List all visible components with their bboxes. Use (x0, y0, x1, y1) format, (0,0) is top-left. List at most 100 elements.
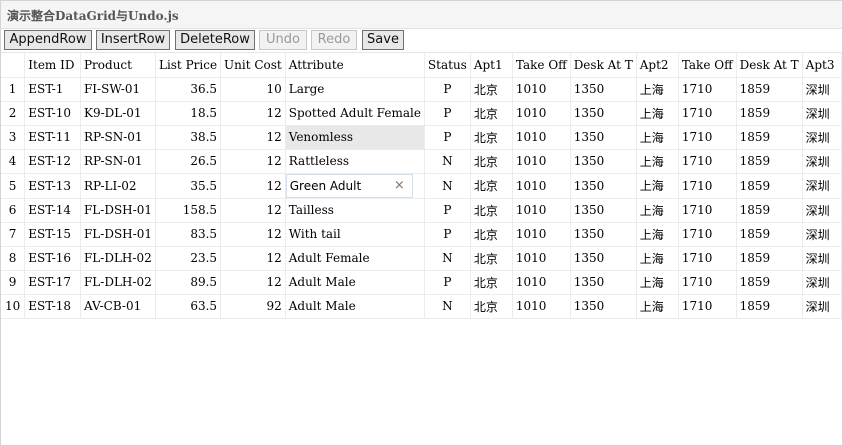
cell-item-id[interactable]: EST-16 (24, 246, 81, 271)
cell-take-off-1[interactable]: 1010 (512, 294, 571, 319)
cell-apt2[interactable]: 上海 (636, 246, 679, 271)
cell-apt3[interactable]: 深圳 (802, 198, 843, 223)
cell-item-id[interactable]: EST-15 (24, 222, 81, 247)
cell-take-off-1[interactable]: 1010 (512, 246, 571, 271)
cell-take-off-1[interactable]: 1010 (512, 77, 571, 102)
cell-desk-at-2[interactable]: 1859 (736, 77, 803, 102)
column-header-apt3[interactable]: Apt3 (802, 53, 843, 78)
cell-list-price[interactable]: 26.5 (155, 149, 222, 174)
table-row[interactable]: 6 EST-14 FL-DSH-01 158.5 12 Tailless P 北京 1010 13… (1, 198, 843, 223)
column-header-apt1[interactable]: Apt1 (470, 53, 513, 78)
cell-take-off-2[interactable]: 1710 (678, 270, 737, 295)
cell-attribute[interactable]: Large (285, 77, 425, 102)
cell-status[interactable]: N (424, 294, 471, 319)
cell-list-price[interactable]: 38.5 (155, 125, 222, 150)
cell-list-price[interactable]: 158.5 (155, 198, 222, 223)
cell-desk-at-2[interactable]: 1859 (736, 101, 803, 126)
cell-unit-cost[interactable]: 12 (220, 270, 286, 295)
cell-desk-at-1[interactable]: 1350 (570, 125, 637, 150)
cell-unit-cost[interactable]: 92 (220, 294, 286, 319)
cell-attribute[interactable]: Spotted Adult Female (285, 101, 425, 126)
cell-product[interactable]: FL-DSH-01 (80, 198, 156, 223)
cell-desk-at-2[interactable]: 1859 (736, 149, 803, 174)
cell-desk-at-1[interactable]: 1350 (570, 149, 637, 174)
cell-product[interactable]: RP-LI-02 (80, 173, 156, 199)
cell-list-price[interactable]: 36.5 (155, 77, 222, 102)
cell-item-id[interactable]: EST-10 (24, 101, 81, 126)
cell-list-price[interactable]: 23.5 (155, 246, 222, 271)
cell-desk-at-1[interactable]: 1350 (570, 246, 637, 271)
cell-attribute[interactable]: Venomless (285, 125, 425, 150)
cell-status[interactable]: N (424, 173, 471, 199)
cell-take-off-1[interactable]: 1010 (512, 101, 571, 126)
cell-list-price[interactable]: 63.5 (155, 294, 222, 319)
cell-take-off-2[interactable]: 1710 (678, 294, 737, 319)
column-header-status[interactable]: Status (424, 53, 471, 78)
cell-status[interactable]: P (424, 101, 471, 126)
cell-take-off-1[interactable]: 1010 (512, 270, 571, 295)
append-row-button[interactable]: AppendRow (4, 30, 92, 50)
cell-desk-at-1[interactable]: 1350 (570, 222, 637, 247)
cell-list-price[interactable]: 83.5 (155, 222, 222, 247)
table-row[interactable]: 2 EST-10 K9-DL-01 18.5 12 Spotted Adult Femal… (1, 101, 843, 126)
cell-product[interactable]: K9-DL-01 (80, 101, 156, 126)
cell-desk-at-2[interactable]: 1859 (736, 270, 803, 295)
cell-apt3[interactable]: 深圳 (802, 294, 843, 319)
cell-apt1[interactable]: 北京 (470, 222, 513, 247)
cell-apt3[interactable]: 深圳 (802, 246, 843, 271)
cell-take-off-2[interactable]: 1710 (678, 77, 737, 102)
cell-item-id[interactable]: EST-11 (24, 125, 81, 150)
cell-unit-cost[interactable]: 12 (220, 173, 286, 199)
cell-product[interactable]: FI-SW-01 (80, 77, 156, 102)
cell-desk-at-1[interactable]: 1350 (570, 101, 637, 126)
cell-status[interactable]: P (424, 198, 471, 223)
cell-take-off-2[interactable]: 1710 (678, 198, 737, 223)
cell-list-price[interactable]: 89.5 (155, 270, 222, 295)
table-row[interactable]: 5EST-13RP-LI-0235.512 × N北京10101350上海17101… (1, 173, 843, 199)
column-header-unit-cost[interactable]: Unit Cost (220, 53, 286, 78)
cell-apt3[interactable]: 深圳 (802, 173, 843, 199)
cell-take-off-2[interactable]: 1710 (678, 125, 737, 150)
column-header-attribute[interactable]: Attribute (285, 53, 425, 78)
cell-apt2[interactable]: 上海 (636, 101, 679, 126)
cell-take-off-2[interactable]: 1710 (678, 246, 737, 271)
cell-attribute[interactable]: Rattleless (285, 149, 425, 174)
cell-attribute[interactable]: × (285, 173, 425, 199)
cell-unit-cost[interactable]: 12 (220, 198, 286, 223)
table-row[interactable]: 1 EST-1 FI-SW-01 36.5 10 Large P 北京 1010 1350 上海 17… (1, 77, 843, 102)
cell-apt2[interactable]: 上海 (636, 77, 679, 102)
cell-desk-at-2[interactable]: 1859 (736, 246, 803, 271)
cell-status[interactable]: P (424, 222, 471, 247)
cell-apt2[interactable]: 上海 (636, 149, 679, 174)
cell-desk-at-1[interactable]: 1350 (570, 77, 637, 102)
attribute-edit-input[interactable] (289, 176, 390, 195)
cell-item-id[interactable]: EST-13 (24, 173, 81, 199)
cell-desk-at-1[interactable]: 1350 (570, 198, 637, 223)
cell-take-off-2[interactable]: 1710 (678, 173, 737, 199)
cell-desk-at-1[interactable]: 1350 (570, 294, 637, 319)
cell-unit-cost[interactable]: 12 (220, 149, 286, 174)
cell-apt3[interactable]: 深圳 (802, 222, 843, 247)
cell-apt3[interactable]: 深圳 (802, 125, 843, 150)
cell-unit-cost[interactable]: 12 (220, 222, 286, 247)
cell-apt2[interactable]: 上海 (636, 222, 679, 247)
cell-item-id[interactable]: EST-14 (24, 198, 81, 223)
cell-apt3[interactable]: 深圳 (802, 270, 843, 295)
delete-row-button[interactable]: DeleteRow (175, 30, 255, 50)
cell-attribute[interactable]: Adult Female (285, 246, 425, 271)
cell-status[interactable]: P (424, 77, 471, 102)
cell-apt2[interactable]: 上海 (636, 125, 679, 150)
cell-take-off-1[interactable]: 1010 (512, 125, 571, 150)
attribute-cell-editor[interactable]: × (285, 173, 413, 197)
cell-apt2[interactable]: 上海 (636, 173, 679, 199)
cell-apt2[interactable]: 上海 (636, 198, 679, 223)
column-header-product[interactable]: Product (80, 53, 156, 78)
cell-item-id[interactable]: EST-18 (24, 294, 81, 319)
cell-product[interactable]: FL-DLH-02 (80, 270, 156, 295)
column-header-list-price[interactable]: List Price (155, 53, 222, 78)
cell-list-price[interactable]: 18.5 (155, 101, 222, 126)
column-header-desk-at-2[interactable]: Desk At T (736, 53, 803, 78)
cell-take-off-1[interactable]: 1010 (512, 198, 571, 223)
cell-apt1[interactable]: 北京 (470, 270, 513, 295)
cell-apt3[interactable]: 深圳 (802, 77, 843, 102)
